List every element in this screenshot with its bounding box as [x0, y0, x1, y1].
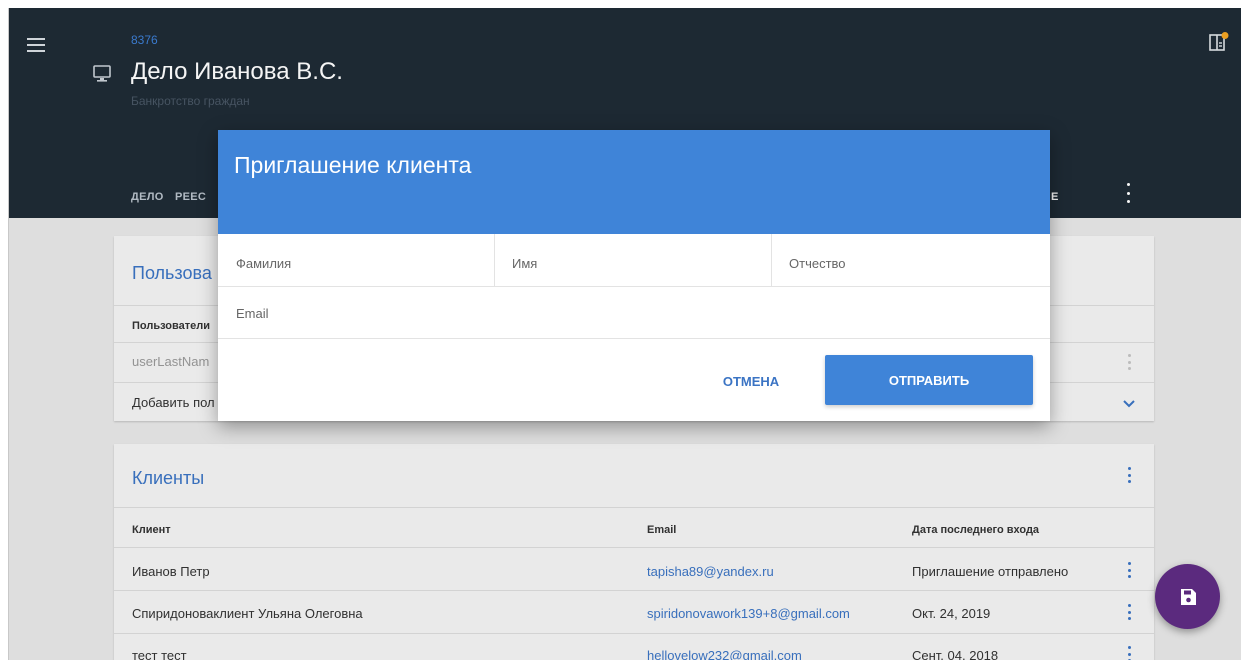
middle-name-field[interactable]: Отчество [789, 256, 846, 271]
send-button[interactable]: ОТПРАВИТЬ [825, 355, 1033, 405]
dialog-title: Приглашение клиента [234, 152, 472, 178]
save-icon [1180, 588, 1196, 605]
last-name-field[interactable]: Фамилия [236, 256, 291, 271]
dialog-header: Приглашение клиента [218, 130, 1050, 234]
app-window: 8376 Дело Иванова В.С. Банкротство гражд… [8, 8, 1241, 660]
cancel-button[interactable]: ОТМЕНА [696, 356, 806, 406]
save-button[interactable] [1155, 564, 1220, 629]
email-field[interactable]: Email [236, 306, 269, 321]
first-name-field[interactable]: Имя [512, 256, 537, 271]
invite-client-dialog: Приглашение клиента Фамилия Имя Отчество… [218, 130, 1050, 421]
